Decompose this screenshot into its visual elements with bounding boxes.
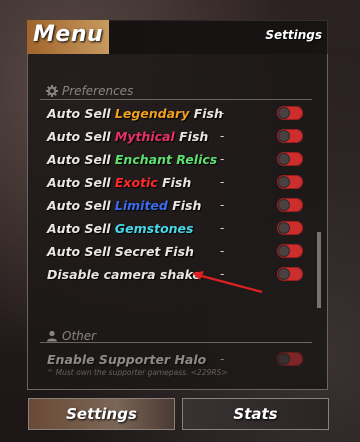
setting-value: -	[220, 175, 225, 189]
setting-value: -	[220, 106, 225, 120]
setting-value: -	[220, 152, 225, 166]
highlight-text: Limited	[114, 198, 168, 213]
setting-label: Auto Sell Secret Fish	[47, 244, 194, 259]
setting-row-secret-fish: Auto Sell Secret Fish -	[47, 242, 307, 262]
setting-label: Auto Sell Enchant Relics	[47, 152, 218, 167]
other-divider	[40, 342, 312, 343]
settings-header-label[interactable]: Settings	[265, 28, 322, 42]
toggle-knob	[278, 222, 290, 234]
toggle-knob	[278, 268, 290, 280]
other-section-header: Other	[46, 329, 96, 343]
menu-title: Menu	[33, 22, 104, 47]
setting-value: -	[220, 244, 225, 258]
tab-settings[interactable]: Settings	[28, 398, 175, 430]
person-icon	[47, 330, 57, 342]
setting-row-gemstones: Auto Sell Gemstones -	[47, 219, 307, 239]
toggle-knob	[278, 107, 290, 119]
gear-icon	[46, 85, 58, 97]
setting-row-exotic: Auto Sell Exotic Fish -	[47, 173, 307, 193]
supporter-note: ^ Must own the supporter gamepass. <229R…	[47, 368, 228, 377]
toggle-switch[interactable]	[277, 352, 303, 366]
tab-stats[interactable]: Stats	[182, 398, 329, 430]
preferences-section-header: Preferences	[46, 84, 133, 98]
setting-label: Disable camera shake	[47, 267, 202, 282]
setting-value: -	[220, 198, 225, 212]
setting-label: Auto Sell Exotic Fish	[47, 175, 192, 190]
toggle-knob	[278, 353, 290, 365]
highlight-text: Exotic	[114, 175, 158, 190]
toggle-switch[interactable]	[277, 152, 303, 166]
tab-stats-label: Stats	[233, 405, 278, 423]
setting-label: Auto Sell Legendary Fish	[47, 106, 223, 121]
toggle-switch[interactable]	[277, 129, 303, 143]
setting-row-legendary: Auto Sell Legendary Fish -	[47, 104, 307, 124]
highlight-text: Mythical	[114, 129, 175, 144]
toggle-knob	[278, 176, 290, 188]
scrollbar-track[interactable]	[317, 58, 321, 358]
toggle-switch[interactable]	[277, 244, 303, 258]
setting-label: Auto Sell Limited Fish	[47, 198, 202, 213]
setting-row-supporter-halo: Enable Supporter Halo -	[47, 350, 307, 370]
preferences-label: Preferences	[62, 84, 134, 98]
setting-row-mythical: Auto Sell Mythical Fish -	[47, 127, 307, 147]
setting-value: -	[220, 352, 225, 366]
other-label: Other	[62, 329, 97, 343]
setting-row-enchant-relics: Auto Sell Enchant Relics -	[47, 150, 307, 170]
scrollbar-thumb[interactable]	[317, 232, 321, 308]
toggle-switch[interactable]	[277, 175, 303, 189]
highlight-text: Legendary	[114, 106, 190, 121]
setting-value: -	[220, 221, 225, 235]
setting-value: -	[220, 129, 225, 143]
toggle-knob	[278, 130, 290, 142]
setting-label: Auto Sell Gemstones	[47, 221, 194, 236]
preferences-divider	[40, 99, 312, 100]
toggle-knob	[278, 199, 290, 211]
tab-settings-label: Settings	[66, 405, 137, 423]
annotation-arrow	[192, 271, 263, 294]
toggle-switch[interactable]	[277, 198, 303, 212]
toggle-switch[interactable]	[277, 221, 303, 235]
toggle-switch[interactable]	[277, 106, 303, 120]
toggle-knob	[278, 245, 290, 257]
setting-row-camera-shake: Disable camera shake -	[47, 265, 307, 285]
toggle-switch[interactable]	[277, 267, 303, 281]
highlight-text: Gemstones	[114, 221, 194, 236]
toggle-knob	[278, 153, 290, 165]
setting-label: Enable Supporter Halo	[47, 352, 207, 367]
setting-row-limited: Auto Sell Limited Fish -	[47, 196, 307, 216]
highlight-text: Enchant Relics	[114, 152, 218, 167]
setting-label: Auto Sell Mythical Fish	[47, 129, 209, 144]
